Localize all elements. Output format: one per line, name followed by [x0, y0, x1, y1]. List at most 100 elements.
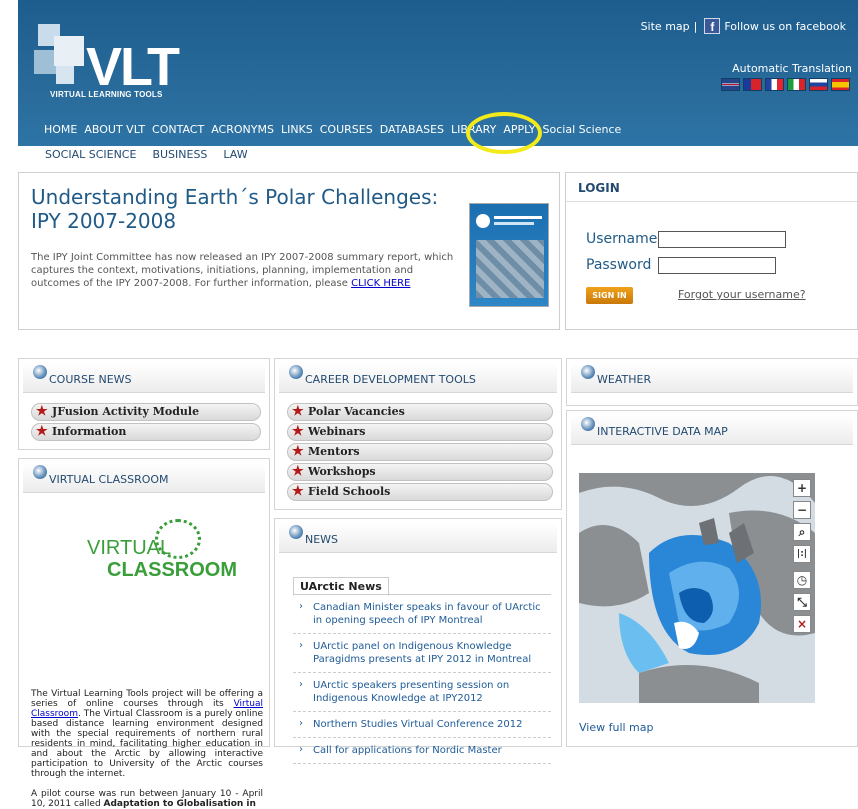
- news-list: › Canadian Minister speaks in favour of U…: [293, 595, 551, 764]
- library-highlight-circle: [466, 112, 542, 154]
- course-news-item[interactable]: ★ JFusion Activity Module: [31, 403, 261, 421]
- star-icon: ★: [292, 404, 304, 419]
- bullet-icon: ›: [299, 640, 303, 651]
- password-input[interactable]: [658, 257, 776, 274]
- view-full-map-link[interactable]: View full map: [579, 721, 654, 734]
- pan-icon[interactable]: ◷: [793, 571, 811, 589]
- career-tools-box: CAREER DEVELOPMENT TOOLS ★ Polar Vacancie…: [274, 358, 562, 510]
- forgot-username-link[interactable]: Forgot your username?: [678, 288, 806, 301]
- subnav-business[interactable]: BUSINESS: [152, 148, 207, 161]
- course-news-item[interactable]: ★ Information: [31, 423, 261, 441]
- star-icon: ★: [36, 424, 48, 439]
- zoom-in-button[interactable]: +: [793, 479, 811, 497]
- spanish-flag-icon[interactable]: [831, 78, 850, 91]
- separator: |: [693, 19, 698, 33]
- virtual-classroom-title: VIRTUAL CLASSROOM: [49, 473, 169, 486]
- sub-nav: SOCIAL SCIENCE BUSINESS LAW: [45, 148, 248, 161]
- item-label: Field Schools: [308, 485, 391, 498]
- username-input[interactable]: [658, 231, 786, 248]
- nav-social-science[interactable]: Social Science: [543, 123, 622, 136]
- cover-logo: [476, 214, 490, 228]
- news-item-label: UArctic speakers presenting session on I…: [313, 680, 510, 704]
- news-item-label: Northern Studies Virtual Conference 2012: [313, 719, 523, 730]
- fit-extent-icon[interactable]: |:|: [793, 545, 811, 563]
- bullet-icon: ›: [299, 601, 303, 612]
- news-box: NEWS UArctic News › Canadian Minister spe…: [274, 518, 562, 764]
- nav-courses[interactable]: COURSES: [320, 123, 373, 136]
- logo-line2: CLASSROOM: [107, 559, 237, 581]
- career-item[interactable]: ★ Polar Vacancies: [287, 403, 553, 421]
- french-flag-icon[interactable]: [765, 78, 784, 91]
- site-header: VLT VIRTUAL LEARNING TOOLS Site map | f …: [18, 0, 858, 146]
- italian-flag-icon[interactable]: [787, 78, 806, 91]
- password-label: Password: [586, 257, 652, 273]
- feature-body: The IPY Joint Committee has now released…: [31, 251, 461, 290]
- top-links: Site map | f Follow us on facebook: [641, 18, 846, 34]
- english-flag-icon[interactable]: [721, 78, 740, 91]
- bullet-icon: ›: [299, 679, 303, 690]
- username-label: Username: [586, 231, 658, 247]
- nav-about-vlt[interactable]: ABOUT VLT: [84, 123, 145, 136]
- news-item[interactable]: › Northern Studies Virtual Conference 201…: [293, 712, 551, 738]
- course-news-title: COURSE NEWS: [49, 373, 132, 386]
- facebook-icon[interactable]: f: [704, 18, 721, 34]
- russian-flag-icon[interactable]: [809, 78, 828, 91]
- career-item[interactable]: ★ Field Schools: [287, 483, 553, 501]
- bullet-icon: ›: [299, 744, 303, 755]
- news-item-label: Canadian Minister speaks in favour of UA…: [313, 602, 541, 626]
- bullet-icon: ›: [299, 718, 303, 729]
- star-icon: ★: [292, 424, 304, 439]
- report-cover-image[interactable]: [469, 203, 549, 307]
- vc-text-part: The Virtual Learning Tools project will …: [31, 689, 263, 709]
- interactive-map[interactable]: + − ⌕ |:| ◷ ⤡ ×: [579, 473, 815, 703]
- item-label: Webinars: [308, 425, 366, 438]
- item-label: Mentors: [308, 445, 360, 458]
- nav-acronyms[interactable]: ACRONYMS: [211, 123, 274, 136]
- nav-contact[interactable]: CONTACT: [152, 123, 204, 136]
- data-map-box: INTERACTIVE DATA MAP + − ⌕ |:| ◷ ⤡ × Vie…: [566, 410, 858, 747]
- nav-home[interactable]: HOME: [44, 123, 77, 136]
- logo-brand: VLT: [86, 37, 180, 97]
- sign-in-button[interactable]: SIGN IN: [586, 287, 633, 304]
- weather-box: WEATHER: [566, 358, 858, 406]
- sitemap-link[interactable]: Site map: [641, 20, 690, 33]
- subnav-law[interactable]: LAW: [223, 148, 247, 161]
- virtual-classroom-box: VIRTUAL CLASSROOM VIRTUAL CLASSROOM The …: [18, 458, 270, 809]
- news-item[interactable]: › Call for applications for Nordic Master: [293, 738, 551, 764]
- divider: [566, 201, 857, 202]
- news-title: NEWS: [305, 533, 339, 546]
- close-icon[interactable]: ×: [793, 615, 811, 633]
- vlt-logo[interactable]: VLT VIRTUAL LEARNING TOOLS: [32, 22, 202, 112]
- vc-course-name: Adaptation to Globalisation in: [103, 799, 256, 809]
- career-item[interactable]: ★ Mentors: [287, 443, 553, 461]
- arctic-map-graphic: [579, 473, 815, 703]
- cover-title-line: [494, 222, 534, 225]
- logo-square: [54, 36, 84, 66]
- nav-databases[interactable]: DATABASES: [380, 123, 444, 136]
- career-item[interactable]: ★ Webinars: [287, 423, 553, 441]
- virtual-classroom-description: The Virtual Learning Tools project will …: [31, 689, 263, 809]
- nav-links[interactable]: LINKS: [281, 123, 313, 136]
- ipy-feature-panel: Understanding Earth´s Polar Challenges: …: [18, 172, 560, 330]
- expand-icon[interactable]: ⤡: [793, 593, 811, 611]
- cover-photo: [476, 240, 544, 298]
- feature-title: Understanding Earth´s Polar Challenges: …: [31, 185, 439, 233]
- virtual-classroom-logo[interactable]: VIRTUAL CLASSROOM: [87, 519, 247, 589]
- zoom-out-button[interactable]: −: [793, 501, 811, 519]
- logo-square: [56, 66, 74, 84]
- news-item[interactable]: › Canadian Minister speaks in favour of U…: [293, 595, 551, 634]
- news-item[interactable]: › UArctic panel on Indigenous Knowledge P…: [293, 634, 551, 673]
- subnav-social-science[interactable]: SOCIAL SCIENCE: [45, 148, 136, 161]
- auto-translation-label: Automatic Translation: [732, 62, 852, 75]
- globe-icon: [33, 365, 47, 379]
- star-icon: ★: [292, 444, 304, 459]
- star-icon: ★: [292, 464, 304, 479]
- magnify-icon[interactable]: ⌕: [793, 523, 811, 541]
- career-item[interactable]: ★ Workshops: [287, 463, 553, 481]
- career-title: CAREER DEVELOPMENT TOOLS: [305, 373, 476, 386]
- facebook-link[interactable]: Follow us on facebook: [724, 20, 846, 33]
- click-here-link[interactable]: CLICK HERE: [351, 278, 410, 289]
- vc-text-part: . The Virtual Classroom is a purely onli…: [31, 709, 263, 779]
- taiwan-flag-icon[interactable]: [743, 78, 762, 91]
- news-item[interactable]: › UArctic speakers presenting session on …: [293, 673, 551, 712]
